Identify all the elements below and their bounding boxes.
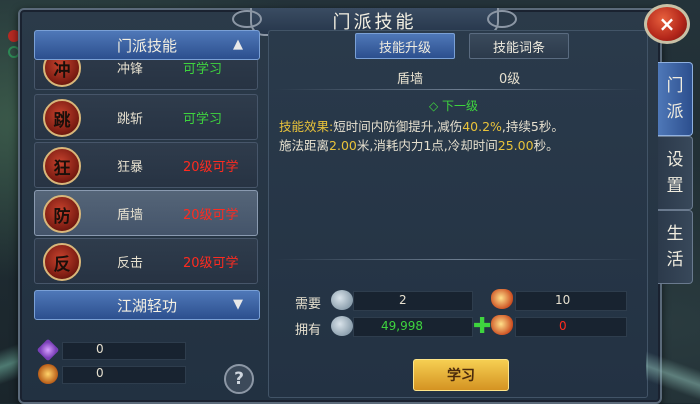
gold-ingot-icon <box>491 289 513 309</box>
skill-name: 跳斩 <box>117 112 144 127</box>
need-label: 需要 <box>295 297 322 312</box>
side-tab-life[interactable]: 生 活 <box>658 210 693 284</box>
own-coin-value: 49,998 <box>381 319 423 333</box>
help-button[interactable]: ? <box>224 364 254 394</box>
skill-status: 20级可学 <box>183 208 239 223</box>
cost-row-need: 需要 2 10 <box>295 289 627 312</box>
skill-shield-wall-icon: 防 <box>43 195 81 233</box>
own-ingot-value: 0 <box>559 319 567 333</box>
skill-list[interactable]: 冲 冲锋 可学习 跳 跳斩 可学习 狂 狂暴 20级可学 防 盾墙 20级可学 … <box>34 60 258 316</box>
skill-row-shield-wall[interactable]: 防 盾墙 20级可学 <box>34 190 258 236</box>
silver-coin-icon <box>331 316 353 336</box>
skill-status: 20级可学 <box>183 256 239 271</box>
skill-list-panel: 门派技能 ▲ 冲 冲锋 可学习 跳 跳斩 可学习 狂 狂暴 20级可学 防 盾墙… <box>34 30 260 396</box>
skill-name: 冲锋 <box>117 62 144 77</box>
next-level-label: ◇ 下一级 <box>429 99 479 113</box>
skill-counter-icon: 反 <box>43 243 81 281</box>
side-tab-settings[interactable]: 设 置 <box>658 136 693 210</box>
skill-charge-icon: 冲 <box>43 60 81 87</box>
skill-leap-slash-icon: 跳 <box>43 99 81 137</box>
close-button[interactable]: × <box>644 4 690 44</box>
bamboo-decoration-right <box>646 348 700 403</box>
learn-button[interactable]: 学习 <box>413 359 509 391</box>
skill-row-leap-slash[interactable]: 跳 跳斩 可学习 <box>34 94 258 140</box>
selected-skill-name: 盾墙 <box>397 72 424 87</box>
expand-arrow-icon: ▼ <box>233 297 243 312</box>
category-sect-skills[interactable]: 门派技能 ▲ <box>34 30 260 60</box>
category-lightness-skill[interactable]: 江湖轻功 ▼ <box>34 290 260 320</box>
tab-skill-entries[interactable]: 技能词条 <box>469 33 569 59</box>
tab-skill-upgrade[interactable]: 技能升级 <box>355 33 455 59</box>
category-label: 门派技能 <box>116 36 177 55</box>
close-icon: × <box>658 12 676 36</box>
gold-ingot-icon <box>491 315 513 335</box>
silver-coin-icon <box>331 290 353 310</box>
skill-status: 可学习 <box>183 112 223 127</box>
skill-effect-text: 技能效果:短时间内防御提升,减伤40.2%,持续5秒。 施法距离2.00米,消耗… <box>279 119 564 153</box>
divider <box>275 89 641 90</box>
skill-status: 20级可学 <box>183 160 239 175</box>
skill-row-berserk[interactable]: 狂 狂暴 20级可学 <box>34 142 258 188</box>
gold-ingot-icon <box>38 364 58 384</box>
skill-row-counter[interactable]: 反 反击 20级可学 <box>34 238 258 284</box>
collapse-arrow-icon: ▲ <box>233 37 243 52</box>
category-label: 江湖轻功 <box>116 296 177 315</box>
cost-row-own: 拥有 49,998 ✚ 0 <box>295 314 627 339</box>
need-ingot-value: 10 <box>555 293 571 307</box>
add-currency-plus-icon[interactable]: ✚ <box>473 314 491 339</box>
need-coin-value: 2 <box>399 293 407 307</box>
divider <box>275 259 641 260</box>
skill-name: 盾墙 <box>117 208 144 223</box>
skill-name: 狂暴 <box>117 160 144 175</box>
skill-name: 反击 <box>117 256 144 271</box>
skill-status: 可学习 <box>183 62 223 77</box>
crystal-count: 0 <box>96 342 104 356</box>
resource-row-gold: 0 <box>38 364 186 384</box>
skill-berserk-icon: 狂 <box>43 147 81 185</box>
own-label: 拥有 <box>295 323 322 338</box>
crystal-icon <box>36 338 60 362</box>
gold-count: 0 <box>96 366 104 380</box>
side-tab-sect[interactable]: 门 派 <box>658 62 693 136</box>
skill-row-charge[interactable]: 冲 冲锋 可学习 <box>34 60 258 90</box>
skill-detail-panel: 技能升级 技能词条 盾墙 0级 ◇ 下一级 技能效果:短时间内防御提升,减伤40… <box>268 30 648 398</box>
resource-row-crystal: 0 <box>36 338 186 362</box>
selected-skill-level: 0级 <box>499 72 521 87</box>
